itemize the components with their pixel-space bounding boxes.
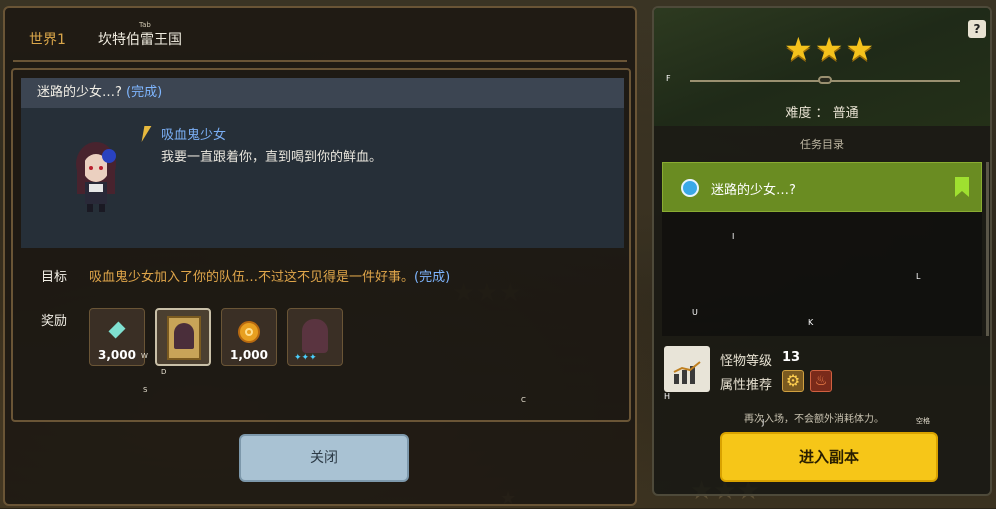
world-tabbar: 世界1 坎特伯雷王国 Tab: [5, 8, 635, 64]
attribute-label: 属性推荐: [720, 378, 773, 393]
quest-detail-panel: 迷路的少女…? (完成) 吸血鬼少女 我要一直跟着你，直到喝到你的鲜血。 目标: [11, 68, 631, 422]
key-hint-h: H: [664, 392, 671, 401]
quest-title-text: 迷路的少女…?: [37, 85, 122, 100]
difficulty-label: 难度 ： 普通: [785, 106, 859, 121]
tab-key-hint: Tab: [139, 21, 151, 29]
reward-item-gem[interactable]: 3,000: [89, 308, 145, 366]
stage-panel: ★★★ ? F O 难度 ： 普通 任务目录 迷路的少女…? I L U K H…: [652, 6, 992, 496]
stage-banner: ★★★ ? F O 难度 ： 普通: [654, 8, 990, 177]
monster-level-value: 13: [782, 350, 801, 365]
enter-dungeon-button[interactable]: 进入副本: [720, 432, 938, 482]
gem-icon: [108, 321, 126, 339]
reward-qty: 1,000: [230, 348, 268, 362]
divider-ornament-icon: [818, 76, 832, 84]
reentry-note: 再次入场，不会额外消耗体力。: [744, 414, 884, 425]
reward-item-hero-card[interactable]: [155, 308, 211, 366]
reward-qty: 3,000: [98, 348, 136, 362]
help-button[interactable]: ?: [968, 20, 986, 38]
goal-status: (完成): [414, 270, 451, 285]
tab-kingdom[interactable]: 坎特伯雷王国: [98, 29, 182, 49]
reward-item-hero[interactable]: ✦✦✦: [287, 308, 343, 366]
key-hint-i: I: [732, 232, 735, 241]
key-hint-u: U: [692, 308, 698, 317]
quest-status-icon: [681, 179, 699, 197]
tab-divider: [13, 60, 627, 62]
hero-rank-stars: ✦✦✦: [294, 353, 317, 363]
bookmark-icon[interactable]: [955, 177, 969, 197]
monster-level-label: 怪物等级: [720, 354, 773, 369]
close-button[interactable]: 关闭: [239, 434, 409, 482]
quest-list-empty-area: I L U K: [662, 212, 982, 336]
key-hint-l: L: [916, 272, 921, 281]
pointer-cursor-icon: [141, 126, 152, 142]
monster-level-icon: [664, 346, 710, 392]
chart-bars-icon: [673, 361, 701, 384]
hero-card-icon: [167, 316, 201, 360]
key-hint-s: S: [143, 386, 148, 394]
key-hint-c: C: [521, 396, 526, 404]
reward-item-gold[interactable]: 1,000: [221, 308, 277, 366]
key-hint-space: 空格: [916, 417, 930, 425]
quest-title: 迷路的少女…? (完成): [21, 78, 624, 108]
quest-title-status: (完成): [126, 85, 163, 100]
reward-label: 奖励: [41, 314, 68, 329]
dialogue-text: 我要一直跟着你，直到喝到你的鲜血。: [161, 150, 383, 165]
tab-world[interactable]: 世界1: [29, 29, 66, 49]
speaker-name: 吸血鬼少女: [161, 128, 227, 143]
hero-portrait-icon: [302, 319, 328, 353]
fire-attribute-icon: ♨: [810, 370, 832, 392]
goal-text: 吸血鬼少女加入了你的队伍…不过这不见得是一件好事。(完成): [89, 266, 450, 285]
dialogue-box: 吸血鬼少女 我要一直跟着你，直到喝到你的鲜血。: [21, 108, 624, 248]
quest-list-item[interactable]: 迷路的少女…?: [662, 162, 982, 212]
key-hint-k: K: [808, 318, 814, 327]
quest-dialog: 世界1 坎特伯雷王国 Tab 迷路的少女…? (完成) 吸血鬼少女 我要一直跟着…: [3, 6, 637, 506]
quest-list-item-label: 迷路的少女…?: [711, 183, 796, 198]
key-hint-d: D: [161, 368, 167, 376]
gear-attribute-icon: ⚙: [782, 370, 804, 392]
goal-label: 目标: [41, 270, 68, 285]
key-hint-w: W: [141, 352, 148, 360]
goal-description: 吸血鬼少女加入了你的队伍…不过这不见得是一件好事。: [89, 270, 415, 285]
key-hint-f: F: [666, 74, 671, 83]
gold-coin-icon: [238, 321, 260, 343]
difficulty-stars-icon: ★★★: [784, 30, 877, 68]
vampire-girl-portrait: [76, 142, 116, 212]
quest-list-title: 任务目录: [800, 138, 844, 151]
quest-list-scrollbar[interactable]: [986, 162, 989, 336]
key-hint-j: J: [762, 418, 765, 427]
